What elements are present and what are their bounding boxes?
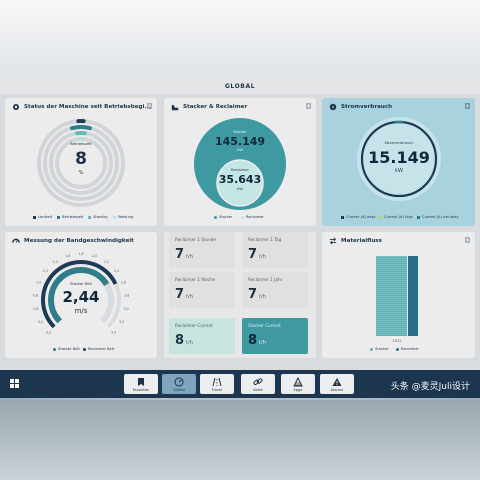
nav-global[interactable]: Global <box>162 374 196 394</box>
reclaimer-label: Reclaimer <box>231 168 249 172</box>
legend-laufzeit: Laufzeit <box>33 215 52 219</box>
gauge-tick-label: 1,4 <box>53 260 58 264</box>
legend-reclaimer-belt: Reclaimer Belt <box>83 347 114 351</box>
stacker-reclaimer-card: Stacker & Reclaimer Stacker 145.149 kW R… <box>164 98 316 226</box>
nav-alarms[interactable]: Alarms <box>320 374 354 394</box>
power-icon <box>329 103 337 111</box>
stacker-value: 145.149 <box>214 135 266 148</box>
background-bottom <box>0 400 480 480</box>
legend-current-okay: Current (A) okay <box>341 215 376 219</box>
stacker-reclaimer-bubble-chart <box>194 118 286 210</box>
belt-center-label: Stacker Belt <box>70 282 92 286</box>
harrow-icon <box>293 377 303 387</box>
card-title: Stacker & Reclaimer <box>183 104 248 110</box>
material-flow-bars <box>376 256 418 336</box>
belt-center-value: 2,44 <box>62 288 100 306</box>
card-title: Materialfluss <box>341 238 382 244</box>
card-menu-icon[interactable] <box>465 103 470 109</box>
ring-center-unit: % <box>78 170 84 176</box>
speedometer-icon <box>12 238 20 243</box>
tile-reclaimer-hour: Reclaimer 1 Stunde 7 t/h <box>169 232 235 268</box>
card-menu-icon[interactable] <box>147 103 152 109</box>
nav-favoriten[interactable]: Favoriten <box>124 374 158 394</box>
dashboard-screen: GLOBAL Status der Maschine seit Betriebs… <box>0 80 480 398</box>
gauge-tick-label: 1,2 <box>43 269 48 273</box>
ring-center-label: Betriebszeit <box>70 142 92 146</box>
card-menu-icon[interactable] <box>306 103 311 109</box>
gauge-center-label: Stromverbrauch <box>384 141 414 145</box>
reclaimer-unit: kW <box>237 187 243 191</box>
gauge-tick-label: 0,4 <box>38 320 43 324</box>
settings-icon <box>12 103 20 111</box>
legend-current-high: Current (A) high <box>379 215 413 219</box>
gauge-tick-label: 1,8 <box>78 252 83 256</box>
power-consumption-card: Stromverbrauch Stromverbrauch 15.149 kW … <box>322 98 475 226</box>
tile-stacker-current: Stacker Current 8 t/h <box>242 318 308 354</box>
chain-icon <box>253 378 263 385</box>
gauge-tick-label: 3,2 <box>119 320 124 324</box>
material-flow-card: Materialfluss 2022 Stacker Reclaimer <box>322 232 475 358</box>
gauge-tick-label: 2,0 <box>92 254 97 258</box>
legend-reclaimer: Reclaimer <box>241 215 264 219</box>
card-title: Stromverbrauch <box>341 104 393 110</box>
road-icon <box>212 377 222 387</box>
legend-reclaimer: Reclaimer <box>396 347 419 351</box>
stacker-label: Stacker <box>233 130 247 134</box>
legend-wartung: Wartung <box>113 215 133 219</box>
bottom-nav-bar: Favoriten Global Travel Kette Egge Alarm… <box>0 370 480 398</box>
gauge-center-value: 15.149 <box>368 148 430 167</box>
legend-stacker-belt: Stacker Belt <box>53 347 80 351</box>
tile-reclaimer-current: Reclaimer Current 8 t/h <box>169 318 235 354</box>
stacker-unit: kW <box>237 148 243 152</box>
gauge-tick-label: 0,2 <box>46 331 51 335</box>
reclaimer-bar <box>408 256 418 336</box>
background-top <box>0 0 480 80</box>
ring-center-value: 8 <box>75 149 87 169</box>
grid-icon[interactable] <box>10 379 19 388</box>
nav-egge[interactable]: Egge <box>281 374 315 394</box>
gauge-center-unit: kW <box>395 168 403 174</box>
legend-stacker: Stacker <box>214 215 233 219</box>
swap-arrows-icon <box>329 237 337 245</box>
reclaimer-tiles-card: Reclaimer 1 Stunde 7 t/h Reclaimer 1 Tag 7 t… <box>164 232 316 358</box>
excavator-icon <box>171 104 179 111</box>
gauge-tick-label: 2,4 <box>114 269 119 273</box>
gauge-icon <box>174 377 184 387</box>
legend-current-not-okay: Current (A) not okay <box>417 215 459 219</box>
card-menu-icon[interactable] <box>465 237 470 243</box>
tile-reclaimer-week: Reclaimer 1 Woche 7 t/h <box>169 272 235 308</box>
card-title: Messung der Bandgeschwindigkeit <box>24 238 134 244</box>
card-title: Status der Maschine seit Betriebsbegi... <box>24 104 151 110</box>
gauge-tick-label: 2,2 <box>104 260 109 264</box>
machine-status-card: Status der Maschine seit Betriebsbegi...… <box>5 98 157 226</box>
reclaimer-value: 35.643 <box>218 173 262 186</box>
gauge-tick-label: 1,6 <box>65 254 70 258</box>
belt-speed-card: Messung der Bandgeschwindigkeit 0,2 0,4 0,… <box>5 232 157 358</box>
x-axis-year: 2022 <box>392 339 402 343</box>
tile-reclaimer-day: Reclaimer 1 Tag 7 t/h <box>242 232 308 268</box>
gauge-tick-label: 3,4 <box>111 331 116 335</box>
tile-reclaimer-year: Reclaimer 1 Jahr 7 t/h <box>242 272 308 308</box>
legend-standby: Standby <box>88 215 108 219</box>
belt-center-unit: m/s <box>74 307 88 315</box>
watermark: 头条 @麦灵Juli设计 <box>390 382 470 392</box>
alarm-icon <box>332 378 342 386</box>
stacker-bar <box>376 256 407 336</box>
ring-segment-betriebszeit <box>70 125 92 131</box>
legend-betriebszeit: Betriebszeit <box>57 215 83 219</box>
bookmark-icon <box>138 378 144 386</box>
page-title: GLOBAL <box>0 80 480 94</box>
legend-stacker: Stacker <box>370 347 389 351</box>
nav-travel[interactable]: Travel <box>200 374 234 394</box>
nav-kette[interactable]: Kette <box>241 374 275 394</box>
